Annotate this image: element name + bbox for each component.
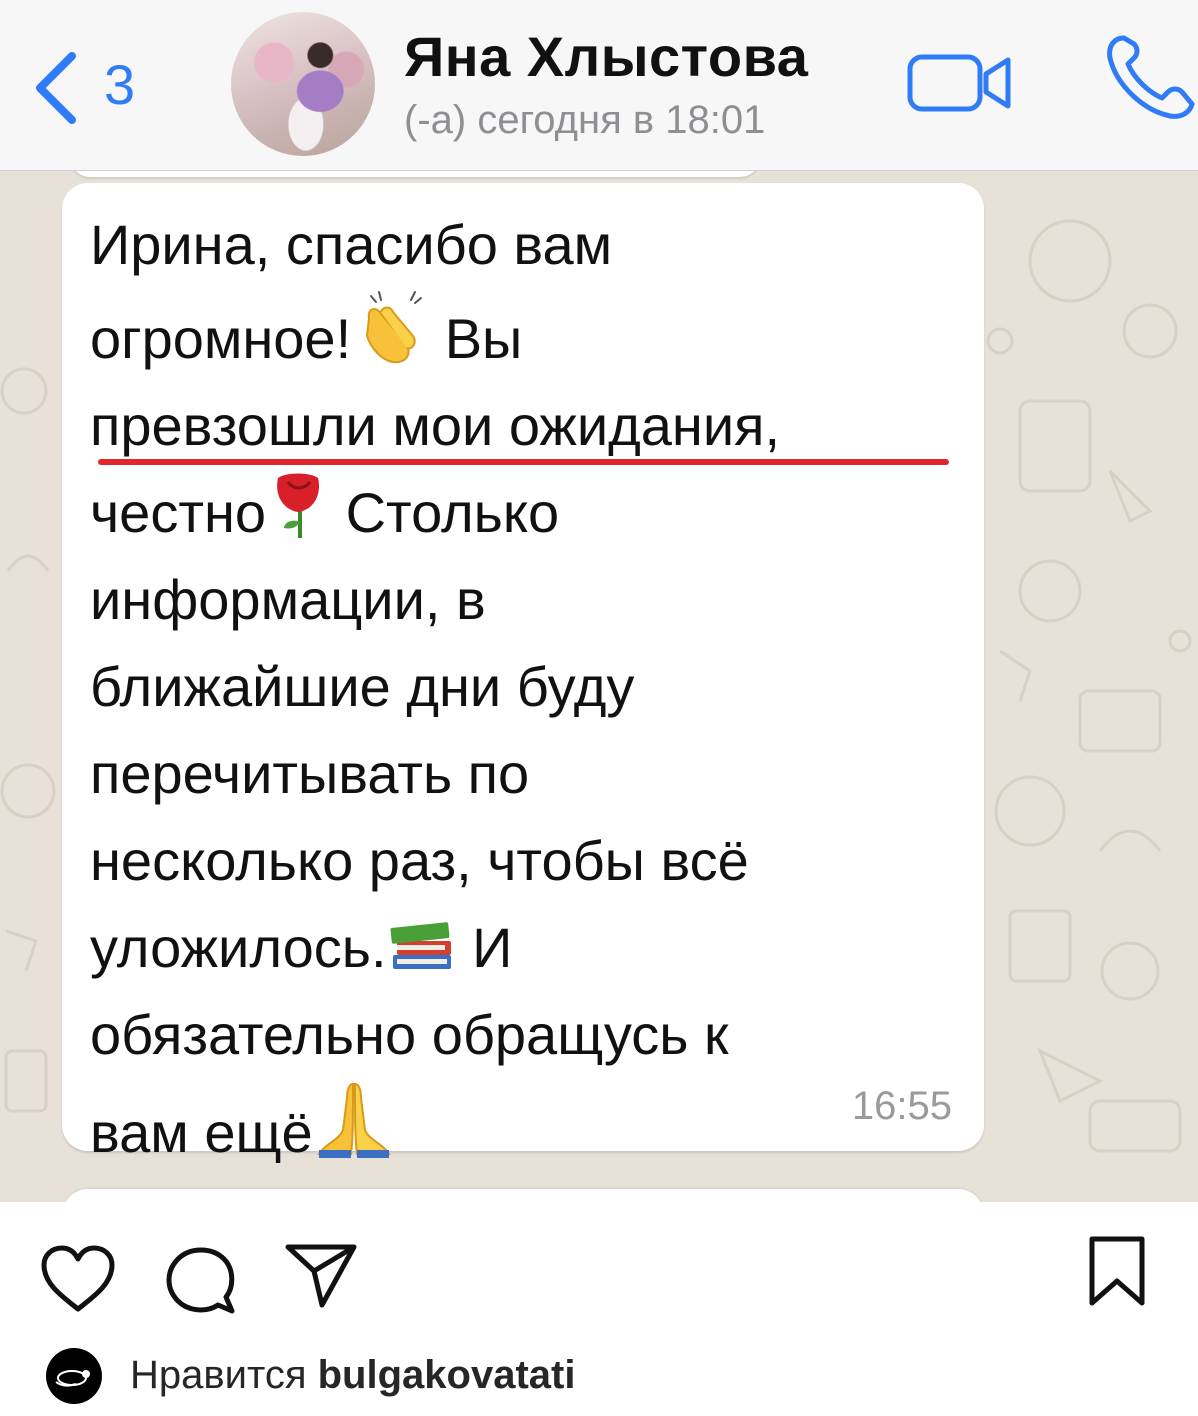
message-text-part: И (456, 916, 513, 979)
last-seen-status: (-а) сегодня в 18:01 (404, 98, 766, 142)
bookmark-icon[interactable] (1086, 1233, 1148, 1309)
message-line: Ирина, спасибо вам (90, 213, 613, 276)
chat-header: 3 Яна Хлыстова (-а) сегодня в 18:01 (0, 0, 1198, 171)
chat-area[interactable]: Ирина, спасибо вам огромное! Вы превзошл… (0, 171, 1198, 1202)
previous-message-bubble (70, 171, 760, 177)
message-line: информации, в (90, 568, 486, 631)
message-line: несколько раз, чтобы всё (90, 829, 749, 892)
contact-name[interactable]: Яна Хлыстова (404, 24, 808, 89)
liker-avatar-logo (55, 1370, 90, 1387)
books-emoji (390, 922, 451, 969)
video-call-icon[interactable] (906, 52, 1014, 114)
heart-icon[interactable] (38, 1243, 118, 1315)
message-text-part: Вы (429, 307, 523, 370)
message-time: 16:55 (851, 1084, 952, 1128)
message-line: перечитывать по (90, 742, 530, 805)
message-bubble[interactable]: Ирина, спасибо вам огромное! Вы превзошл… (62, 183, 984, 1164)
liker-avatar[interactable] (46, 1348, 102, 1404)
highlight-underline (98, 459, 949, 465)
message-line-highlighted: превзошли мои ожидания, (90, 394, 781, 457)
message-line: вам ещё (90, 1078, 970, 1176)
likes-username[interactable]: bulgakovatati (318, 1353, 576, 1397)
message-text-part: уложилось. (90, 916, 387, 979)
contact-avatar[interactable] (231, 12, 375, 156)
folded-hands-emoji (316, 1082, 391, 1158)
rose-emoji (277, 473, 320, 538)
likes-text: Нравится bulgakovatati (130, 1353, 575, 1398)
comment-icon[interactable] (164, 1243, 238, 1315)
share-icon[interactable] (284, 1241, 358, 1309)
message-line: огромное! Вы (90, 288, 970, 382)
message-line: обязательно обращусь к (90, 1003, 729, 1066)
message-text-part: огромное! (90, 307, 352, 370)
likes-prefix: Нравится (130, 1353, 318, 1397)
message-text-part: Столько (330, 481, 560, 544)
message-line: честно Столько (90, 469, 970, 556)
phone-icon[interactable] (1104, 32, 1198, 122)
message-text-part: вам ещё (90, 1101, 313, 1164)
message-text-part: честно (90, 481, 267, 544)
back-unread-count[interactable]: 3 (104, 52, 135, 117)
post-actions-bar: Нравится bulgakovatati (0, 1203, 1198, 1416)
message-text: Ирина, спасибо вам огромное! Вы превзошл… (90, 201, 970, 1176)
message-line: уложилось. И (90, 904, 970, 991)
chevron-left-icon[interactable] (28, 48, 88, 128)
message-line: ближайшие дни буду (90, 655, 635, 718)
next-message-bubble (62, 1189, 984, 1202)
clapping-hands-emoji (366, 291, 423, 364)
